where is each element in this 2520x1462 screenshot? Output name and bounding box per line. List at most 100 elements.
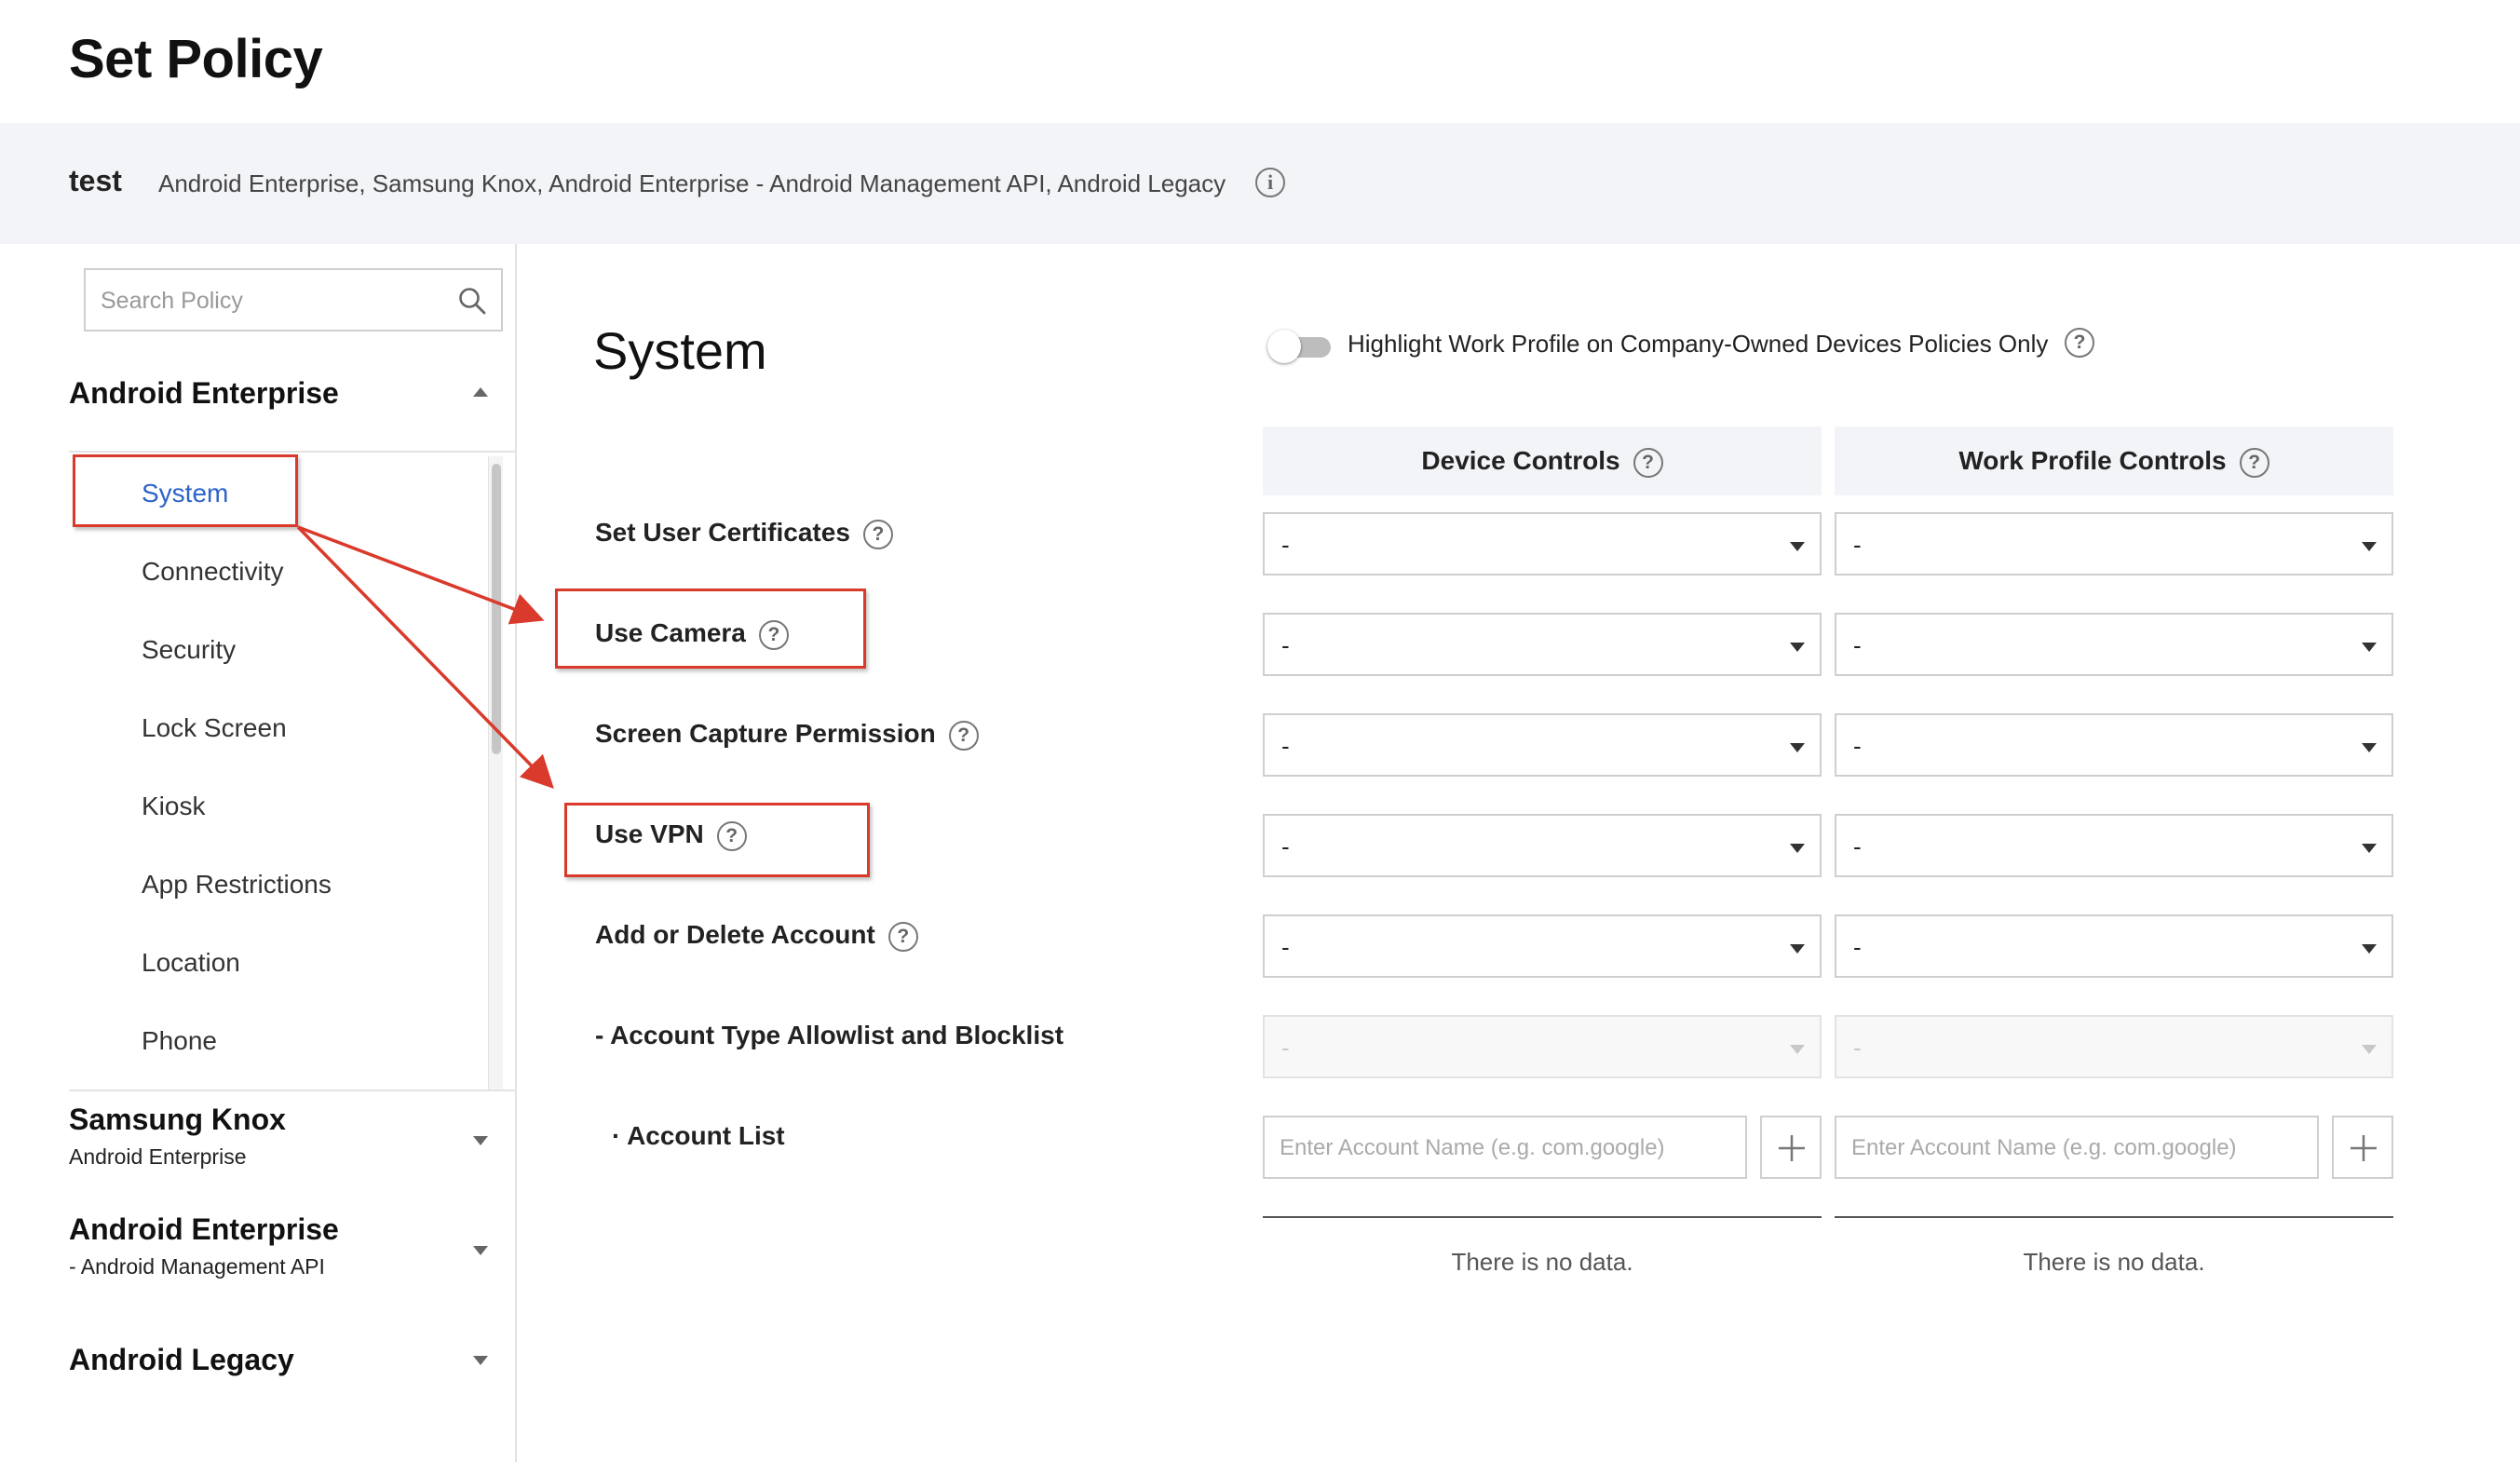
row-label-add-or-delete-account: Add or Delete Account? [595,920,918,952]
group-subtitle: Android Enterprise [69,1144,247,1169]
column-header-device-controls: Device Controls? [1263,426,1822,495]
row-label-screen-capture-permission: Screen Capture Permission? [595,719,979,751]
select-value: - [1281,933,1290,961]
select-value: - [1853,732,1862,760]
policy-name: test [69,164,122,197]
select-value: - [1281,833,1290,860]
group-android-legacy[interactable]: Android Legacy [69,1343,497,1377]
work-profile-controls-select[interactable]: - [1835,713,2393,777]
policy-info-bar: test Android Enterprise, Samsung Knox, A… [0,123,2520,244]
toggle-knob [1267,330,1301,363]
sidebar-item-kiosk[interactable]: Kiosk [142,792,205,821]
help-icon[interactable]: ? [862,519,893,549]
work-profile-controls-select[interactable]: - [1835,814,2393,877]
device-controls-select[interactable]: - [1263,512,1822,575]
table-divider [1835,1216,2393,1218]
search-icon[interactable] [456,285,488,317]
select-value: - [1853,631,1862,659]
highlight-work-profile-toggle[interactable] [1267,330,1333,363]
sidebar-item-lock-screen[interactable]: Lock Screen [142,713,287,743]
device-account-name-field[interactable] [1263,1116,1747,1179]
row-label-text: Screen Capture Permission [595,719,936,748]
work-profile-controls-select[interactable]: - [1835,512,2393,575]
sidebar-item-connectivity[interactable]: Connectivity [142,557,284,587]
group-title: Android Enterprise [69,1212,339,1246]
annotation-box-use-camera [555,589,866,669]
row-label-text: · Account List [612,1121,785,1150]
group-samsung-knox[interactable]: Samsung Knox Android Enterprise [69,1103,497,1170]
table-divider [1263,1216,1822,1218]
chevron-up-icon [473,387,488,397]
divider [69,451,517,453]
help-icon[interactable]: ? [2065,328,2094,358]
work-empty-state: There is no data. [2023,1248,2205,1276]
work-profile-controls-select[interactable]: - [1835,914,2393,978]
select-value: - [1853,833,1862,860]
device-controls-select: - [1263,1015,1822,1078]
sidebar-item-phone[interactable]: Phone [142,1026,217,1056]
chevron-down-icon [473,1356,488,1365]
caret-down-icon [2362,1045,2377,1054]
caret-down-icon [1790,743,1805,752]
device-controls-select[interactable]: - [1263,713,1822,777]
sidebar-scrollbar[interactable] [488,456,503,1090]
work-account-name-field[interactable] [1835,1116,2319,1179]
caret-down-icon [2362,743,2377,752]
select-value: - [1853,531,1862,559]
help-icon[interactable]: ? [1633,447,1663,478]
device-empty-state: There is no data. [1451,1248,1633,1276]
row-label-account-type-allowlist: - Account Type Allowlist and Blocklist [595,1021,1064,1050]
device-controls-select[interactable]: - [1263,613,1822,676]
work-profile-controls-select[interactable]: - [1835,613,2393,676]
group-android-enterprise[interactable]: Android Enterprise [69,376,497,411]
select-value: - [1281,531,1290,559]
sidebar-item-security[interactable]: Security [142,635,236,665]
help-icon[interactable]: ? [948,720,979,751]
account-name-input[interactable] [1280,1132,1727,1164]
caret-down-icon [2362,944,2377,954]
info-icon[interactable]: i [1255,168,1285,197]
account-name-input[interactable] [1851,1132,2298,1164]
policy-sidebar: Android Enterprise System Connectivity S… [0,244,517,1462]
caret-down-icon [1790,844,1805,853]
plus-icon [1779,1135,1805,1161]
select-value: - [1281,631,1290,659]
help-icon[interactable]: ? [2239,447,2269,478]
divider [69,1090,517,1091]
sidebar-item-app-restrictions[interactable]: App Restrictions [142,870,332,900]
group-title: Android Enterprise [69,376,339,410]
caret-down-icon [1790,944,1805,954]
device-controls-select[interactable]: - [1263,814,1822,877]
annotation-box-system [73,454,298,527]
nav-list: System Connectivity Security Lock Screen… [0,454,428,1084]
caret-down-icon [1790,542,1805,551]
work-add-account-button[interactable] [2332,1116,2393,1179]
group-title: Android Legacy [69,1343,294,1376]
section-title: System [593,321,767,380]
group-android-management-api[interactable]: Android Enterprise - Android Management … [69,1212,497,1279]
caret-down-icon [1790,1045,1805,1054]
chevron-down-icon [473,1136,488,1145]
sidebar-item-location[interactable]: Location [142,948,240,978]
help-icon[interactable]: ? [887,921,918,952]
policy-platforms: Android Enterprise, Samsung Knox, Androi… [158,169,1226,197]
row-label-set-user-certificates: Set User Certificates? [595,518,893,549]
page-title: Set Policy [69,29,323,89]
search-input[interactable] [101,283,436,318]
search-policy-field[interactable] [84,268,503,332]
row-label-text: - Account Type Allowlist and Blocklist [595,1021,1064,1049]
chevron-down-icon [473,1246,488,1255]
caret-down-icon [2362,844,2377,853]
column-header-work-profile-controls: Work Profile Controls? [1835,426,2393,495]
scrollbar-thumb[interactable] [492,464,501,754]
device-controls-select[interactable]: - [1263,914,1822,978]
group-subtitle: - Android Management API [69,1254,325,1279]
select-value: - [1281,732,1290,760]
toggle-label: Highlight Work Profile on Company-Owned … [1348,330,2049,358]
work-profile-controls-select: - [1835,1015,2393,1078]
group-title: Samsung Knox [69,1103,286,1136]
device-add-account-button[interactable] [1760,1116,1822,1179]
plus-icon [2351,1135,2377,1161]
column-title: Work Profile Controls [1958,446,2227,475]
caret-down-icon [2362,542,2377,551]
